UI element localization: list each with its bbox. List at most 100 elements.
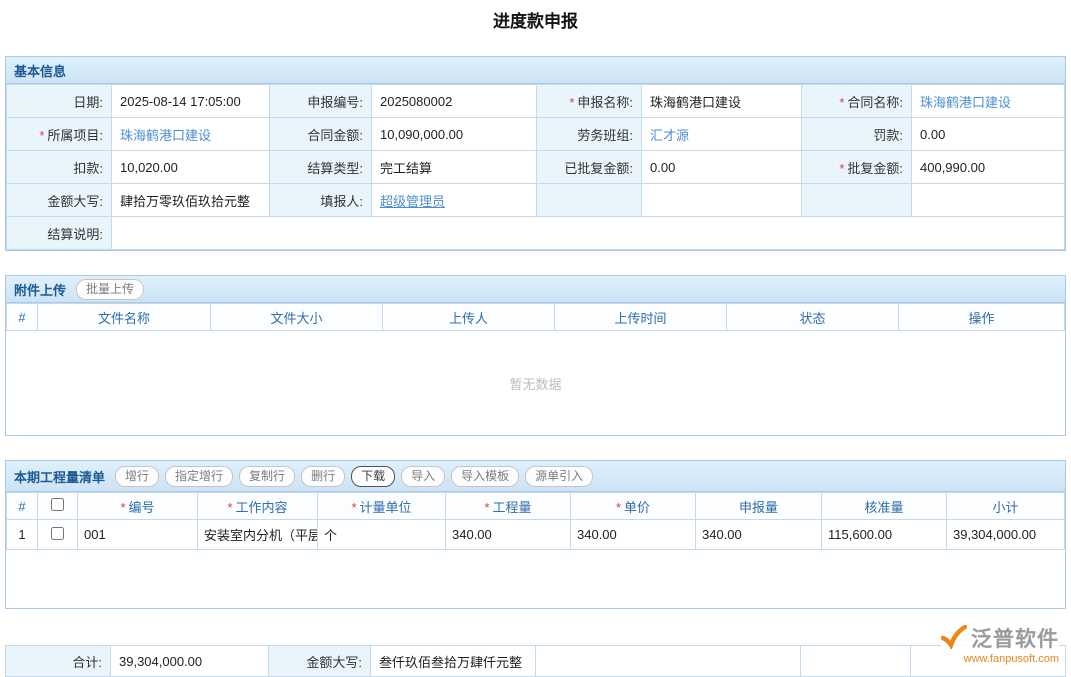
download-button[interactable]: 下载 <box>351 466 395 487</box>
settle-type-value: 完工结算 <box>372 151 537 184</box>
required-asterisk: * <box>839 95 844 110</box>
add-row-button[interactable]: 增行 <box>115 466 159 487</box>
row-index: 1 <box>7 520 38 550</box>
row-select-cell <box>38 520 78 550</box>
total-caps-label: 金额大写: <box>269 646 371 677</box>
penalty-value: 0.00 <box>912 118 1065 151</box>
row-checkbox[interactable] <box>51 527 64 540</box>
labor-team-label: 劳务班组: <box>537 118 642 151</box>
settle-type-label: 结算类型: <box>270 151 372 184</box>
approve-amount-label: *批复金额: <box>802 151 912 184</box>
decl-name-value: 珠海鹤港口建设 <box>642 85 802 118</box>
attachments-empty-state: 暂无数据 <box>6 331 1065 435</box>
qty-col-declared: 申报量 <box>696 493 822 520</box>
contract-name-link[interactable]: 珠海鹤港口建设 <box>920 95 1011 110</box>
attachments-col-status: 状态 <box>727 304 899 331</box>
row-quantity: 340.00 <box>446 520 571 550</box>
quantity-list-toolbar: 增行 指定增行 复制行 删行 下载 导入 导入模板 源单引入 <box>115 466 593 487</box>
total-label: 合计: <box>6 646 111 677</box>
row-approved: 115,600.00 <box>822 520 947 550</box>
no-data-text: 暂无数据 <box>509 374 561 393</box>
quantity-list-section: 本期工程量清单 增行 指定增行 复制行 删行 下载 导入 导入模板 源单引入 #… <box>5 460 1066 609</box>
attachments-table: # 文件名称 文件大小 上传人 上传时间 状态 操作 <box>6 303 1065 331</box>
fanpu-logo-text: 泛普软件 <box>971 623 1059 653</box>
required-asterisk: * <box>351 500 356 515</box>
basic-info-row-4: 金额大写: 肆拾万零玖佰玖拾元整 填报人: 超级管理员 <box>7 184 1065 217</box>
amount-caps-label: 金额大写: <box>7 184 112 217</box>
required-asterisk: * <box>616 500 621 515</box>
labor-team-link[interactable]: 汇才源 <box>650 128 689 143</box>
select-all-checkbox[interactable] <box>51 498 64 511</box>
reporter-value: 超级管理员 <box>372 184 537 217</box>
fanpu-checkmark-icon <box>941 625 967 652</box>
insert-row-button[interactable]: 指定增行 <box>165 466 233 487</box>
approve-amount-value: 400,990.00 <box>912 151 1065 184</box>
fanpu-logo: 泛普软件 www.fanpusoft.com <box>941 623 1059 665</box>
row-unit: 个 <box>318 520 446 550</box>
attachments-col-uploader: 上传人 <box>383 304 555 331</box>
project-label: *所属项目: <box>7 118 112 151</box>
required-asterisk: * <box>569 95 574 110</box>
batch-upload-button[interactable]: 批量上传 <box>76 279 144 300</box>
project-value: 珠海鹤港口建设 <box>112 118 270 151</box>
empty-value-cell <box>801 646 911 677</box>
attachments-header-row: # 文件名称 文件大小 上传人 上传时间 状态 操作 <box>7 304 1065 331</box>
row-declared: 340.00 <box>696 520 822 550</box>
quantity-list-header: 本期工程量清单 增行 指定增行 复制行 删行 下载 导入 导入模板 源单引入 <box>6 461 1065 492</box>
empty-value-cell <box>912 184 1065 217</box>
attachments-col-actions: 操作 <box>899 304 1065 331</box>
import-button[interactable]: 导入 <box>401 466 445 487</box>
copy-row-button[interactable]: 复制行 <box>239 466 295 487</box>
decl-no-value: 2025080002 <box>372 85 537 118</box>
date-label: 日期: <box>7 85 112 118</box>
attachments-col-index: # <box>7 304 38 331</box>
reporter-label: 填报人: <box>270 184 372 217</box>
qty-col-quantity: *工程量 <box>446 493 571 520</box>
qty-col-select <box>38 493 78 520</box>
basic-info-table: 日期: 2025-08-14 17:05:00 申报编号: 2025080002… <box>6 84 1065 250</box>
empty-value-cell <box>642 184 802 217</box>
basic-info-section: 基本信息 日期: 2025-08-14 17:05:00 申报编号: 20250… <box>5 56 1066 251</box>
quantity-header-row: # *编号 *工作内容 *计量单位 *工程量 *单价 申报量 核准量 小计 <box>7 493 1065 520</box>
attachments-section: 附件上传 批量上传 # 文件名称 文件大小 上传人 上传时间 状态 操作 暂无数… <box>5 275 1066 436</box>
source-import-button[interactable]: 源单引入 <box>525 466 593 487</box>
decl-no-label: 申报编号: <box>270 85 372 118</box>
total-value: 39,304,000.00 <box>111 646 269 677</box>
basic-info-row-3: 扣款: 10,020.00 结算类型: 完工结算 已批复金额: 0.00 *批复… <box>7 151 1065 184</box>
page-title: 进度款申报 <box>0 0 1071 32</box>
basic-info-row-2: *所属项目: 珠海鹤港口建设 合同金额: 10,090,000.00 劳务班组:… <box>7 118 1065 151</box>
import-template-button[interactable]: 导入模板 <box>451 466 519 487</box>
qty-col-unit: *计量单位 <box>318 493 446 520</box>
summary-table: 合计: 39,304,000.00 金额大写: 叁仟玖佰叁拾万肆仟元整 <box>5 645 1066 677</box>
project-link[interactable]: 珠海鹤港口建设 <box>120 128 211 143</box>
delete-row-button[interactable]: 删行 <box>301 466 345 487</box>
settle-note-value <box>112 217 1065 250</box>
fanpu-logo-row: 泛普软件 <box>941 623 1059 653</box>
required-asterisk: * <box>227 500 232 515</box>
basic-info-title: 基本信息 <box>14 61 66 80</box>
reporter-link[interactable]: 超级管理员 <box>380 194 445 209</box>
basic-info-row-1: 日期: 2025-08-14 17:05:00 申报编号: 2025080002… <box>7 85 1065 118</box>
qty-col-price: *单价 <box>571 493 696 520</box>
required-asterisk: * <box>484 500 489 515</box>
total-caps-value: 叁仟玖佰叁拾万肆仟元整 <box>371 646 536 677</box>
contract-amount-label: 合同金额: <box>270 118 372 151</box>
attachments-col-filename: 文件名称 <box>38 304 211 331</box>
quantity-list-title: 本期工程量清单 <box>14 467 105 486</box>
empty-label-cell <box>802 184 912 217</box>
row-price: 340.00 <box>571 520 696 550</box>
date-value: 2025-08-14 17:05:00 <box>112 85 270 118</box>
settle-note-label: 结算说明: <box>7 217 112 250</box>
deduction-value: 10,020.00 <box>112 151 270 184</box>
labor-team-value: 汇才源 <box>642 118 802 151</box>
penalty-label: 罚款: <box>802 118 912 151</box>
required-asterisk: * <box>839 161 844 176</box>
contract-name-label: *合同名称: <box>802 85 912 118</box>
required-asterisk: * <box>120 500 125 515</box>
quantity-row: 1 001 安装室内分机（平层. 个 340.00 340.00 340.00 … <box>7 520 1065 550</box>
qty-col-approved: 核准量 <box>822 493 947 520</box>
qty-col-index: # <box>7 493 38 520</box>
required-asterisk: * <box>39 128 44 143</box>
row-content: 安装室内分机（平层. <box>198 520 318 550</box>
approved-done-value: 0.00 <box>642 151 802 184</box>
